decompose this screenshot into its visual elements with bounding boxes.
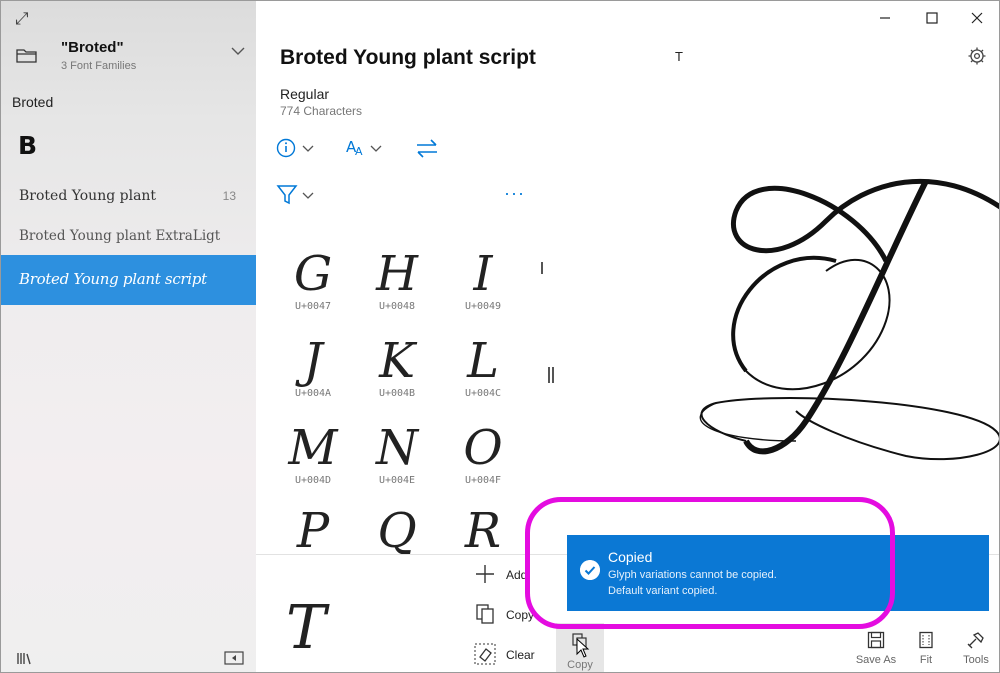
clear-label: Clear [506, 648, 535, 662]
selected-char-label: T [675, 49, 683, 64]
glyph-char: Q [377, 503, 417, 559]
sidebar-item-label: Broted Young plant [19, 188, 157, 204]
glyph-char: N [376, 420, 418, 476]
glyph-char: L [467, 333, 499, 389]
svg-text:A: A [355, 145, 363, 158]
glyph-code: U+004D [294, 475, 332, 486]
tools-button[interactable]: Tools [946, 629, 999, 672]
char-count: 774 Characters [280, 104, 363, 118]
glyph-cell[interactable]: K U+004B [352, 331, 442, 417]
glyph-cell[interactable]: I U+0049 [438, 244, 528, 330]
collection-subtitle: 3 Font Families [61, 60, 137, 72]
sidebar-item-label: Broted Young plant ExtraLigt [19, 228, 221, 244]
selected-glyph-preview: T [286, 593, 327, 663]
filter-icon[interactable] [276, 183, 320, 207]
glyph-cell[interactable]: N U+004E [352, 418, 442, 504]
glyph-char: R [464, 503, 502, 559]
save-icon [867, 631, 885, 649]
folder-icon[interactable] [15, 45, 39, 65]
info-icon[interactable] [276, 136, 320, 160]
family-name: Broted [12, 94, 54, 110]
more-options-button[interactable]: ··· [504, 183, 528, 207]
plus-icon [476, 565, 494, 583]
glyph-cell[interactable]: H U+0048 [352, 244, 442, 330]
sidebar-item-young-plant-extraligt[interactable]: Broted Young plant ExtraLigt [1, 217, 256, 257]
fit-icon [919, 631, 933, 649]
maximize-icon[interactable] [923, 9, 941, 27]
sidebar-item-young-plant-script[interactable]: Broted Young plant script [1, 255, 256, 305]
glyph-cell[interactable]: L U+004C [438, 331, 528, 417]
chevron-down-icon[interactable] [230, 45, 246, 57]
annotation-highlight [525, 497, 895, 629]
glyph-char: H [376, 246, 418, 302]
glyph-code: U+004A [294, 388, 332, 399]
tools-label: Tools [963, 654, 989, 666]
glyph-code: U+004C [464, 388, 502, 399]
collapse-panel-icon[interactable] [224, 651, 244, 665]
glyph-char: P [296, 503, 330, 559]
sidebar: ⤢ "Broted" 3 Font Families Broted B Brot… [1, 1, 256, 672]
glyph-char: O [463, 420, 503, 476]
glyph-cell[interactable]: J U+004A [268, 331, 358, 417]
font-title: Broted Young plant script [280, 46, 536, 69]
minimize-icon[interactable] [876, 9, 894, 27]
glyph-char: J [303, 333, 323, 389]
glyph-preview [699, 178, 999, 461]
glyph-cell[interactable]: O U+004F [438, 418, 528, 504]
scroll-indicator[interactable] [548, 367, 550, 383]
sidebar-item-label: Broted Young plant script [19, 270, 207, 288]
glyph-cell[interactable]: M U+004D [268, 418, 358, 504]
sidebar-item-count: 13 [222, 189, 236, 203]
section-letter: B [18, 131, 38, 160]
mouse-cursor-icon [576, 638, 590, 658]
clear-icon [474, 643, 496, 665]
font-size-icon[interactable]: A A [344, 136, 388, 160]
glyph-code: U+0048 [378, 301, 416, 312]
style-name: Regular [280, 86, 330, 102]
glyph-char: K [379, 333, 415, 389]
glyph-code: U+0047 [294, 301, 332, 312]
glyph-char: I [473, 246, 493, 302]
glyph-cell[interactable]: G U+0047 [268, 244, 358, 330]
glyph-char: G [293, 246, 333, 302]
collection-title[interactable]: "Broted" [61, 39, 124, 56]
app-window: ⤢ "Broted" 3 Font Families Broted B Brot… [0, 0, 1000, 673]
close-icon[interactable] [968, 9, 986, 27]
swap-icon[interactable] [414, 136, 440, 160]
glyph-code: U+004E [378, 475, 416, 486]
glyph-code: U+0049 [464, 301, 502, 312]
sidebar-item-young-plant[interactable]: Broted Young plant 13 [1, 177, 256, 217]
copy-icon [476, 604, 494, 624]
scroll-indicator[interactable] [552, 367, 554, 383]
tools-icon [967, 632, 984, 649]
library-icon[interactable] [16, 651, 34, 665]
copy-button-label: Copy [567, 659, 593, 671]
glyph-code: U+004B [378, 388, 416, 399]
gear-icon[interactable] [967, 46, 987, 66]
glyph-code: U+004F [464, 475, 502, 486]
scroll-indicator[interactable] [541, 262, 543, 274]
glyph-char: M [288, 420, 338, 476]
expand-icon[interactable]: ⤢ [15, 9, 35, 29]
